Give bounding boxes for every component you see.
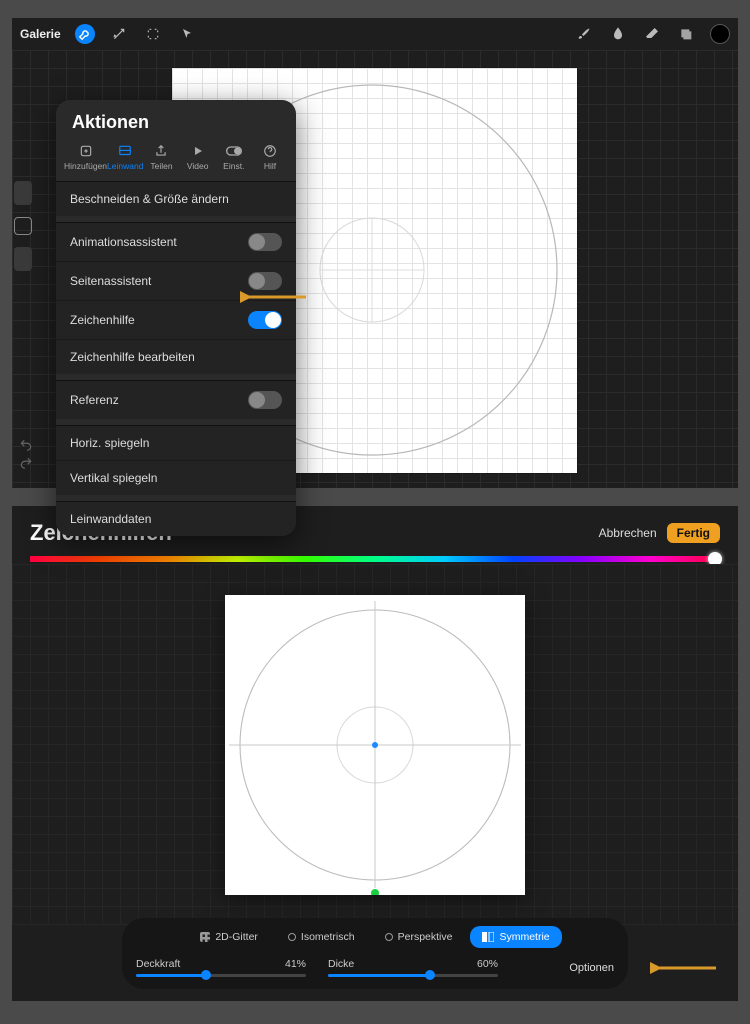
row-drawing-guide[interactable]: Zeichenhilfe: [56, 301, 296, 340]
popover-title: Aktionen: [56, 100, 296, 141]
guide-preview-canvas[interactable]: [225, 595, 525, 895]
wrench-icon[interactable]: [75, 24, 95, 44]
hue-slider[interactable]: [30, 556, 720, 562]
workspace: Aktionen Hinzufügen Leinwand Teilen Vide…: [12, 50, 738, 488]
toggle-animation[interactable]: [248, 233, 282, 251]
opacity-slider[interactable]: Deckkraft 41%: [136, 958, 306, 977]
opacity-label: Deckkraft: [136, 958, 180, 970]
guide-workspace: [12, 564, 738, 925]
grid-icon: [200, 932, 210, 942]
modify-button[interactable]: [14, 217, 32, 235]
tab-prefs[interactable]: Einst.: [216, 141, 252, 173]
symmetry-icon: [482, 932, 494, 942]
row-flip-vertical[interactable]: Vertikal spiegeln: [56, 461, 296, 495]
mode-perspective[interactable]: Perspektive: [373, 926, 465, 948]
guide-controls-panel: 2D-Gitter Isometrisch Perspektive Symmet…: [122, 918, 628, 989]
row-flip-horizontal[interactable]: Horiz. spiegeln: [56, 426, 296, 461]
circle-icon: [288, 933, 296, 941]
eraser-icon[interactable]: [642, 24, 662, 44]
toggle-reference[interactable]: [248, 391, 282, 409]
mode-2d-grid[interactable]: 2D-Gitter: [188, 926, 270, 948]
cancel-button[interactable]: Abbrechen: [599, 526, 657, 540]
tab-help[interactable]: Hilf: [252, 141, 288, 173]
toggle-page[interactable]: [248, 272, 282, 290]
annotation-arrow-bottom: [650, 961, 720, 975]
select-icon[interactable]: [143, 24, 163, 44]
row-reference[interactable]: Referenz: [56, 381, 296, 419]
thickness-slider[interactable]: Dicke 60%: [328, 958, 498, 977]
thickness-label: Dicke: [328, 958, 354, 970]
left-rail: [12, 181, 32, 271]
mode-symmetry[interactable]: Symmetrie: [470, 926, 561, 948]
circle-icon: [385, 933, 393, 941]
tab-share[interactable]: Teilen: [143, 141, 179, 173]
brush-size-slider[interactable]: [14, 181, 32, 205]
wand-icon[interactable]: [109, 24, 129, 44]
mode-isometric[interactable]: Isometrisch: [276, 926, 367, 948]
cursor-icon[interactable]: [177, 24, 197, 44]
tab-video[interactable]: Video: [180, 141, 216, 173]
row-crop-resize[interactable]: Beschneiden & Größe ändern: [56, 182, 296, 216]
brush-icon[interactable]: [574, 24, 594, 44]
row-canvas-info[interactable]: Leinwanddaten: [56, 502, 296, 536]
top-toolbar: Galerie: [12, 18, 738, 50]
options-link[interactable]: Optionen: [569, 962, 614, 974]
toggle-drawing-guide[interactable]: [248, 311, 282, 329]
row-edit-drawing-guide[interactable]: Zeichenhilfe bearbeiten: [56, 340, 296, 374]
actions-popover: Aktionen Hinzufügen Leinwand Teilen Vide…: [56, 100, 296, 536]
tab-add[interactable]: Hinzufügen: [64, 141, 107, 173]
opacity-value: 41%: [285, 958, 306, 970]
row-page-assist[interactable]: Seitenassistent: [56, 262, 296, 301]
undo-icon[interactable]: [18, 438, 34, 452]
tab-canvas[interactable]: Leinwand: [107, 141, 143, 173]
opacity-slider-rail[interactable]: [14, 247, 32, 271]
row-animation-assist[interactable]: Animationsassistent: [56, 223, 296, 262]
layers-icon[interactable]: [676, 24, 696, 44]
color-picker-dot[interactable]: [710, 24, 730, 44]
thickness-value: 60%: [477, 958, 498, 970]
redo-icon[interactable]: [18, 456, 34, 470]
done-button[interactable]: Fertig: [667, 523, 720, 543]
gallery-link[interactable]: Galerie: [20, 27, 61, 41]
smudge-icon[interactable]: [608, 24, 628, 44]
